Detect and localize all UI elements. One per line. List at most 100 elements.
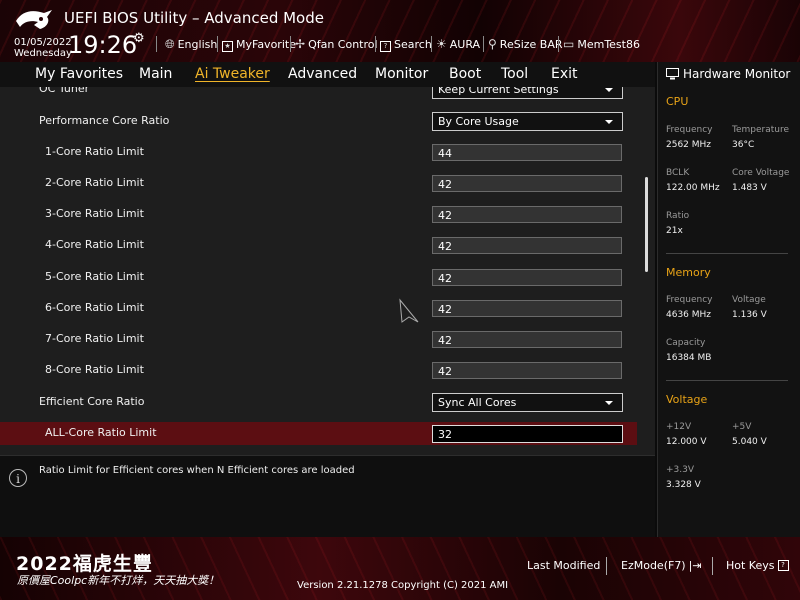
cpu-temperature-value: 36°C [732, 140, 755, 150]
tab-my-favorites[interactable]: My Favorites [35, 66, 123, 82]
date-display: 01/05/2022 Wednesday [14, 37, 72, 59]
toolbar-divider [431, 36, 432, 52]
tab-tool[interactable]: Tool [501, 66, 528, 82]
oc-tuner-label: OC Tuner [39, 87, 90, 95]
tab-boot[interactable]: Boot [449, 66, 481, 82]
toolbar-divider [156, 36, 157, 52]
core-ratio-limit-input[interactable]: 42 [432, 175, 622, 192]
last-modified-button[interactable]: Last Modified [527, 559, 600, 572]
memory-capacity-label: Capacity [666, 338, 706, 348]
aura-button[interactable]: ☀ AURA [436, 37, 480, 51]
cpu-frequency-label: Frequency [666, 125, 713, 135]
core-ratio-limit-input[interactable]: 42 [432, 237, 622, 254]
memory-voltage-value: 1.136 V [732, 310, 767, 320]
v12-label: +12V [666, 422, 692, 432]
fan-icon: ✢ [295, 37, 306, 51]
date-text: 01/05/2022 [14, 37, 72, 48]
memory-capacity-value: 16384 MB [666, 353, 712, 363]
performance-core-ratio-select[interactable]: By Core Usage [432, 112, 623, 131]
chevron-down-icon [605, 401, 613, 405]
ezmode-button[interactable]: EzMode(F7) |⇥ [621, 559, 702, 572]
core-ratio-limit-input[interactable]: 42 [432, 331, 622, 348]
language-button[interactable]: 🌐︎ English [165, 37, 217, 52]
settings-scrollbar[interactable] [645, 177, 648, 272]
toolbar-divider [483, 36, 484, 52]
voltage-section-title: Voltage [666, 393, 708, 406]
v33-value: 3.328 V [666, 480, 701, 490]
cpu-section-title: CPU [666, 95, 689, 108]
core-ratio-limit-input[interactable]: 42 [432, 362, 622, 379]
memtest86-button[interactable]: ▭ MemTest86 [563, 37, 640, 51]
core-ratio-limit-label: 2-Core Ratio Limit [45, 176, 144, 189]
aura-label: AURA [449, 37, 481, 51]
chevron-down-icon [605, 120, 613, 124]
help-question-icon: ? [777, 560, 789, 571]
monitor-icon [666, 68, 679, 80]
memory-frequency-value: 4636 MHz [666, 310, 712, 320]
core-ratio-limit-input[interactable]: 42 [432, 206, 622, 223]
tab-main[interactable]: Main [139, 66, 172, 82]
hardware-monitor-header: Hardware Monitor [666, 67, 790, 81]
favorite-icon: ★ [222, 37, 233, 52]
help-text: Ratio Limit for Efficient cores when N E… [39, 465, 355, 476]
efficient-core-ratio-select[interactable]: Sync All Cores [432, 393, 623, 412]
core-ratio-limit-label: 8-Core Ratio Limit [45, 363, 144, 376]
ratio-value: 21x [666, 226, 683, 236]
qfan-control-button[interactable]: ✢ Qfan Control [295, 37, 378, 51]
efficient-core-ratio-label: Efficient Core Ratio [39, 395, 145, 408]
aura-icon: ☀ [436, 37, 447, 51]
tab-exit[interactable]: Exit [551, 66, 578, 82]
resize-bar-icon: ⚲ [488, 37, 497, 51]
v33-label: +3.3V [666, 465, 695, 475]
cpu-frequency-value: 2562 MHz [666, 140, 712, 150]
myfavorite-label: MyFavorite [236, 38, 296, 51]
v5-label: +5V [732, 422, 752, 432]
efficient-core-ratio-value: Sync All Cores [438, 396, 517, 409]
core-ratio-limit-label: 6-Core Ratio Limit [45, 301, 144, 314]
performance-core-ratio-value: By Core Usage [438, 115, 519, 128]
all-core-ratio-limit-label: ALL-Core Ratio Limit [45, 426, 157, 439]
resize-bar-label: ReSize BAR [499, 37, 563, 51]
v12-value: 12.000 V [666, 437, 707, 447]
app-title: UEFI BIOS Utility – Advanced Mode [64, 9, 324, 27]
rog-logo-icon [16, 10, 52, 29]
memtest-icon: ▭ [563, 37, 575, 51]
toolbar-divider [217, 36, 218, 52]
last-modified-label: Last Modified [527, 559, 601, 572]
oc-tuner-value: Keep Current Settings [438, 87, 559, 96]
core-ratio-limit-input[interactable]: 42 [432, 269, 622, 286]
toolbar-divider [375, 36, 376, 52]
footer-divider [712, 557, 713, 575]
chevron-down-icon [605, 88, 613, 92]
search-icon: ? [380, 37, 391, 52]
all-core-ratio-limit-input[interactable]: 32 [432, 425, 623, 443]
core-ratio-limit-label: 5-Core Ratio Limit [45, 270, 144, 283]
toolbar-divider [290, 36, 291, 52]
cpu-temperature-label: Temperature [732, 125, 790, 135]
search-button[interactable]: ? Search [380, 37, 432, 52]
memtest86-label: MemTest86 [577, 37, 640, 51]
core-ratio-limit-input[interactable]: 44 [432, 144, 622, 161]
oc-tuner-select[interactable]: Keep Current Settings [432, 87, 623, 99]
exit-to-ezmode-icon: |⇥ [688, 559, 702, 572]
bclk-label: BCLK [666, 168, 690, 178]
clock-settings-gear-icon[interactable]: ⚙ [133, 31, 145, 46]
tab-monitor[interactable]: Monitor [375, 66, 428, 82]
core-voltage-label: Core Voltage [732, 168, 790, 178]
hot-keys-button[interactable]: Hot Keys ? [726, 559, 789, 572]
promo-banner-subtitle: 原價屋Coolpc新年不打烊，天天抽大獎！ [17, 574, 220, 587]
toolbar-divider [558, 36, 559, 52]
search-label: Search [394, 38, 432, 51]
tab-advanced[interactable]: Advanced [288, 66, 357, 82]
globe-icon: 🌐︎ [165, 37, 175, 51]
core-ratio-limit-input[interactable]: 42 [432, 300, 622, 317]
tab-ai-tweaker[interactable]: Ai Tweaker [195, 66, 270, 82]
core-ratio-limit-label: 7-Core Ratio Limit [45, 332, 144, 345]
resize-bar-button[interactable]: ⚲ ReSize BAR [488, 37, 563, 51]
ratio-label: Ratio [666, 211, 690, 221]
clock-display: 19:26 [68, 31, 138, 59]
version-text: Version 2.21.1278 Copyright (C) 2021 AMI [297, 580, 509, 591]
memory-section-title: Memory [666, 266, 711, 279]
myfavorite-button[interactable]: ★ MyFavorite [222, 37, 296, 52]
section-divider [666, 253, 788, 254]
